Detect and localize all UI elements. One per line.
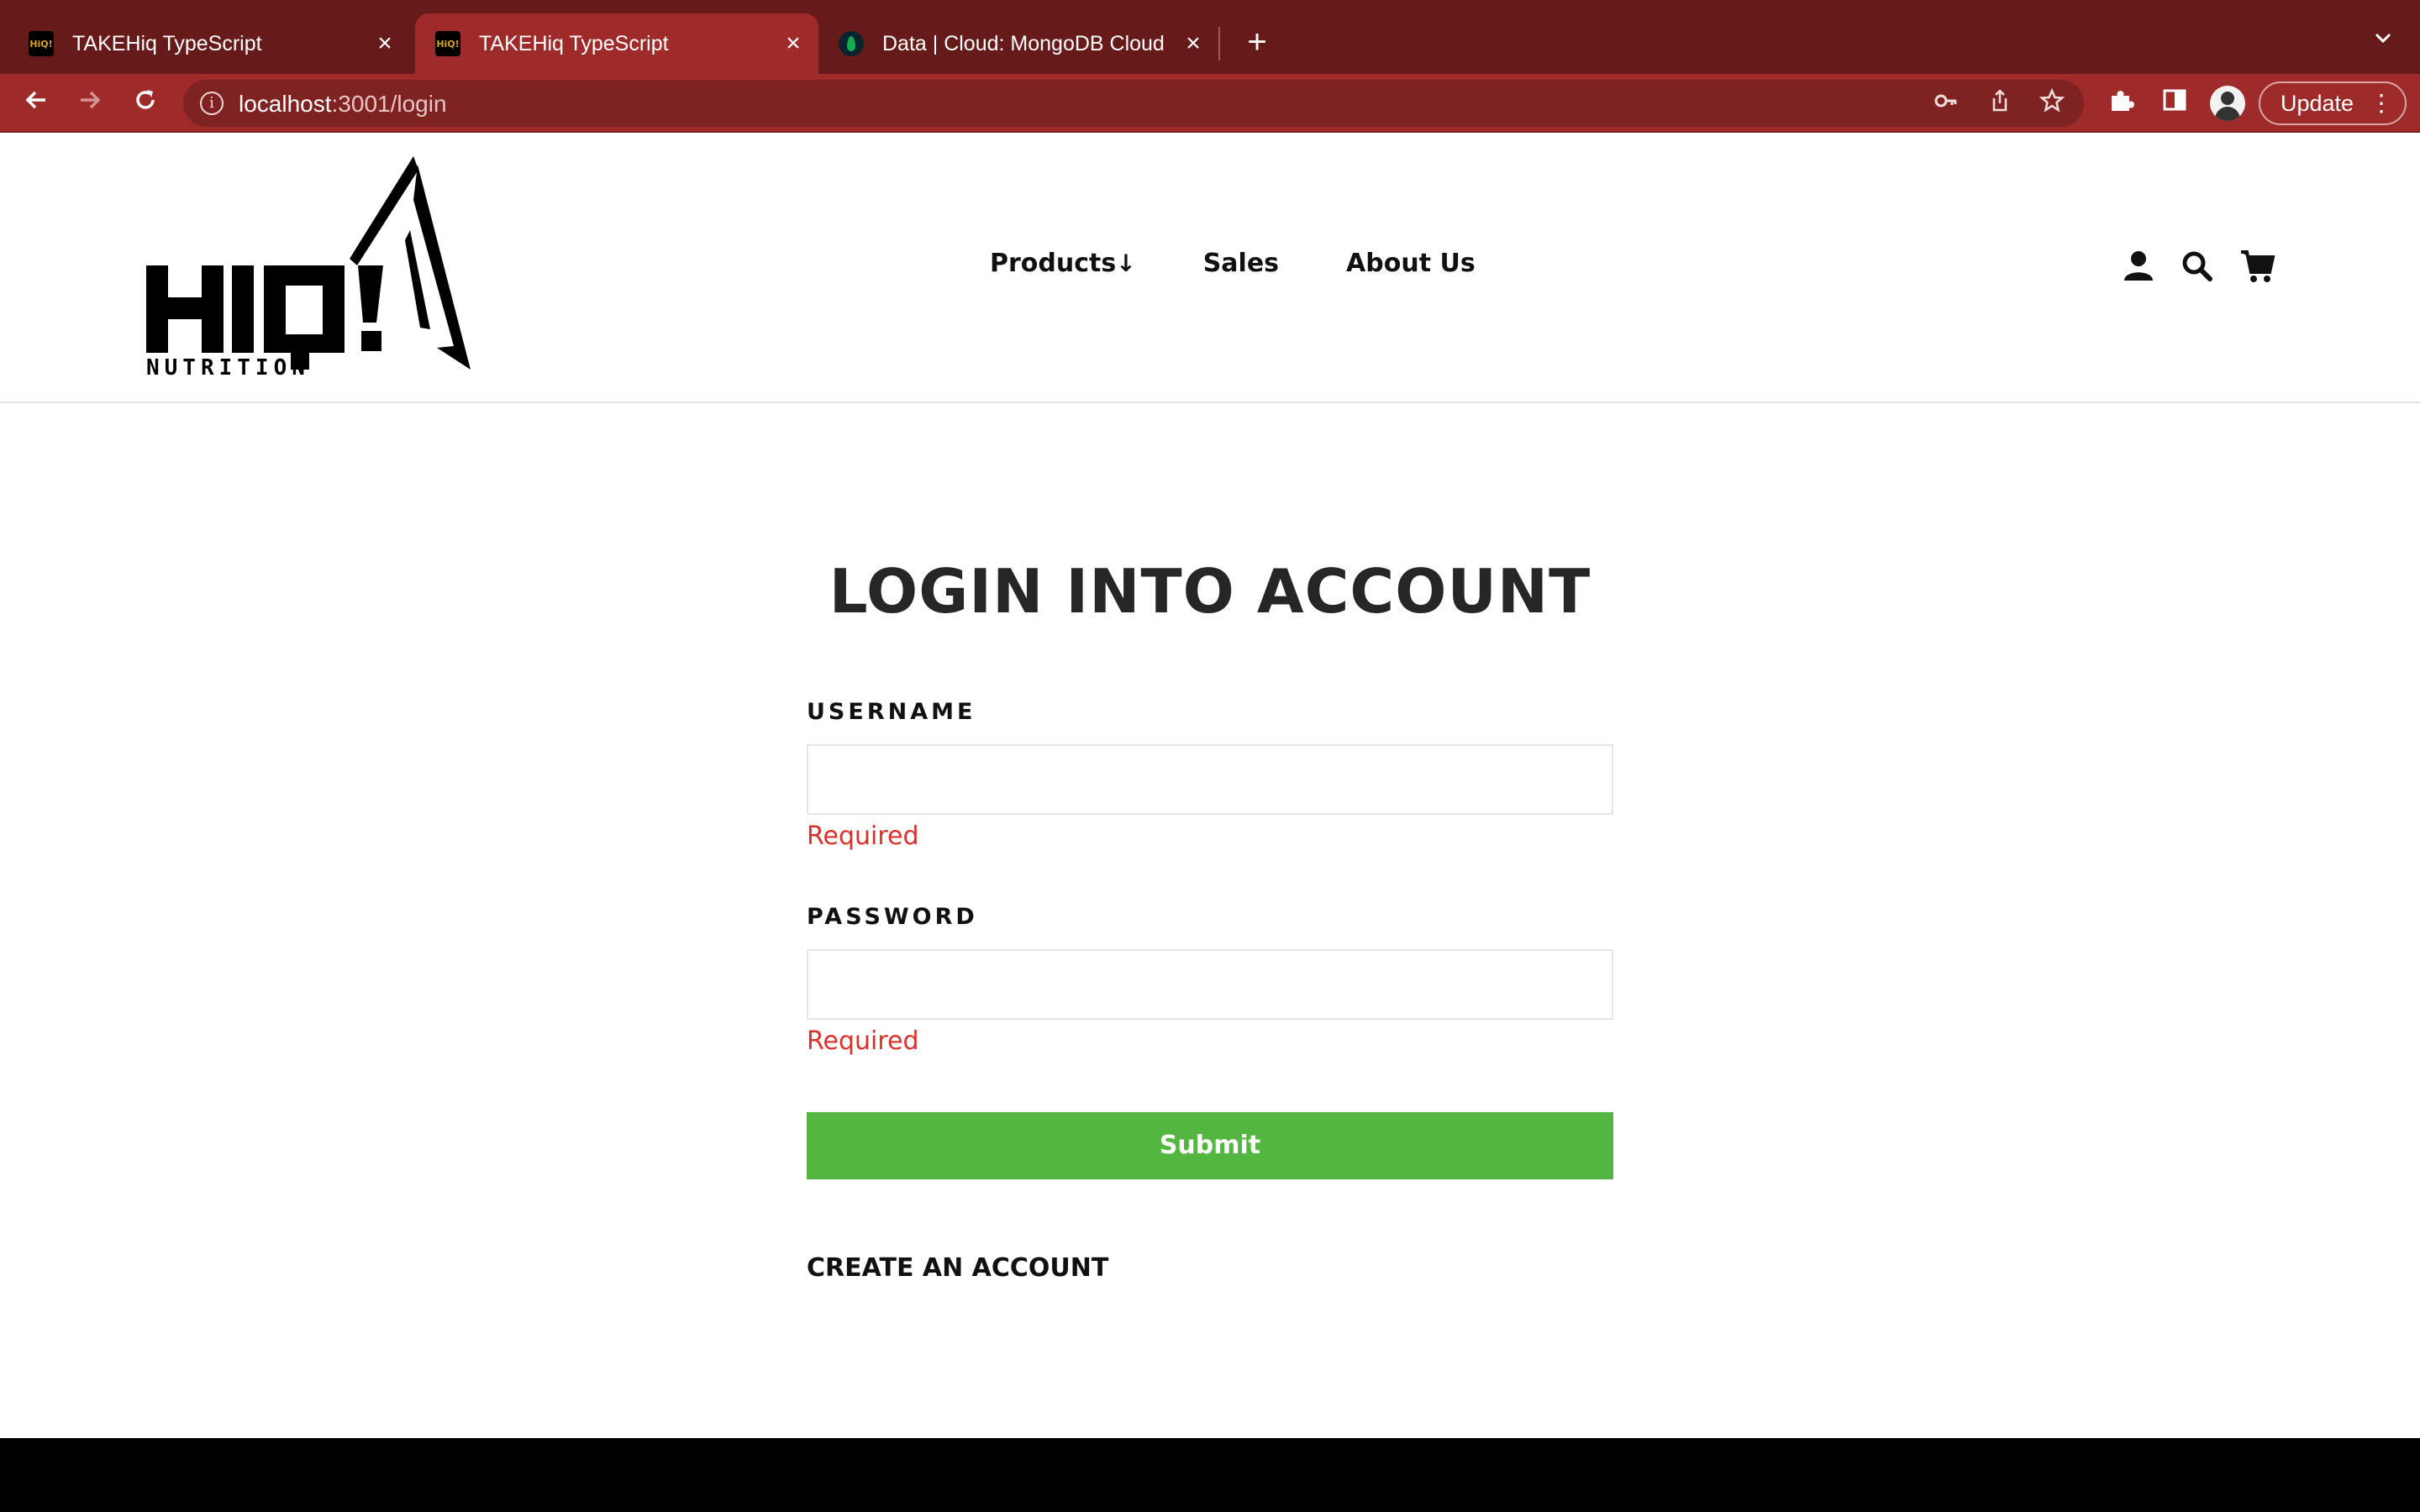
tab-divider [1218,27,1220,60]
password-label: PASSWORD [807,904,978,930]
password-key-icon[interactable] [1931,88,1961,118]
site-header: NUTRITION Products↓ Sales About Us [0,133,2420,403]
nav-products[interactable]: Products↓ [990,249,1136,278]
nav-about-us[interactable]: About Us [1346,249,1476,278]
tab-title: TAKEHiq TypeScript [72,31,262,55]
shopping-cart-icon[interactable] [2238,247,2277,286]
tab-title: Data | Cloud: MongoDB Cloud [882,31,1165,55]
close-tab-icon[interactable]: × [368,29,402,58]
browser-tabstrip: HiQ! TAKEHiq TypeScript × HiQ! TAKEHiq T… [0,0,2420,74]
submit-button[interactable]: Submit [807,1112,1613,1179]
svg-text:NUTRITION: NUTRITION [146,355,310,380]
page-title: LOGIN INTO ACCOUNT [829,556,1591,627]
password-field[interactable] [807,949,1613,1020]
back-arrow-icon[interactable] [13,81,59,126]
password-error: Required [807,1026,919,1056]
username-error: Required [807,822,919,851]
browser-toolbar: i localhost:3001/login Update ⋮ [0,74,2420,133]
close-tab-icon[interactable]: × [776,29,810,58]
nav-sales[interactable]: Sales [1203,249,1279,278]
update-button[interactable]: Update ⋮ [2259,81,2407,125]
profile-avatar[interactable] [2210,86,2245,121]
forward-arrow-icon[interactable] [67,81,113,126]
main-nav: Products↓ Sales About Us [990,249,1543,278]
more-menu-icon[interactable]: ⋮ [2370,83,2393,123]
browser-tab-active[interactable]: HiQ! TAKEHiq TypeScript × [415,13,818,74]
extensions-puzzle-icon[interactable] [2104,87,2138,121]
mongodb-leaf-icon [839,31,864,56]
side-panel-icon[interactable] [2158,87,2191,121]
tab-title: TAKEHiq TypeScript [479,31,669,55]
address-url: localhost:3001/login [239,91,447,117]
hiq-nutrition-logo[interactable]: NUTRITION [143,148,555,380]
tab-search-chevron-icon[interactable] [2366,22,2400,62]
new-tab-plus-icon[interactable]: + [1237,22,1277,62]
create-account-link[interactable]: CREATE AN ACCOUNT [807,1253,1108,1283]
site-footer [0,1438,2420,1512]
address-bar[interactable]: i localhost:3001/login [183,80,2084,127]
browser-tab[interactable]: HiQ! TAKEHiq TypeScript × [8,13,410,74]
bookmark-star-icon[interactable] [2037,87,2067,118]
browser-tab[interactable]: Data | Cloud: MongoDB Cloud × [818,13,1218,74]
close-tab-icon[interactable]: × [1176,29,1210,58]
site-info-icon[interactable]: i [200,92,224,115]
hiq-favicon-icon: HiQ! [29,31,54,56]
share-icon[interactable] [1985,88,2015,118]
hiq-favicon-icon: HiQ! [435,31,460,56]
search-icon[interactable] [2178,247,2217,286]
username-field[interactable] [807,744,1613,815]
reload-icon[interactable] [123,81,168,126]
user-account-icon[interactable] [2119,247,2158,286]
username-label: USERNAME [807,699,976,725]
down-arrow-icon: ↓ [1116,249,1136,277]
